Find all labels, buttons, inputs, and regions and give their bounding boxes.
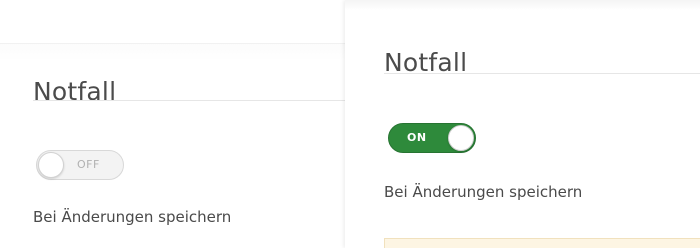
title-divider xyxy=(33,100,345,101)
toggle-state-label: ON xyxy=(407,131,427,144)
screenshot-stage: Notfall OFF Bei Änderungen speichern Not… xyxy=(0,0,700,248)
title-divider xyxy=(384,73,700,74)
toggle-knob xyxy=(38,152,64,178)
save-on-change-toggle[interactable]: ON xyxy=(388,123,476,153)
notfall-panel-off: Notfall OFF Bei Änderungen speichern xyxy=(0,43,345,248)
toggle-label: Bei Änderungen speichern xyxy=(33,208,232,226)
toggle-state-label: OFF xyxy=(77,158,100,171)
notice-box xyxy=(384,238,700,248)
toggle-label: Bei Änderungen speichern xyxy=(384,183,583,201)
toggle-knob xyxy=(448,125,474,151)
notfall-panel-on: Notfall ON Bei Änderungen speichern xyxy=(345,0,700,248)
panel-title: Notfall xyxy=(33,76,117,106)
save-on-change-toggle[interactable]: OFF xyxy=(36,150,124,180)
